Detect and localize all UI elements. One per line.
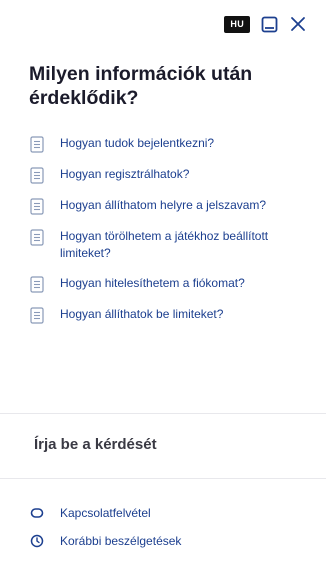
document-icon (30, 136, 44, 153)
faq-item-delete-limits[interactable]: Hogyan törölhetem a játékhoz beállított … (29, 228, 299, 262)
history-link[interactable]: Korábbi beszélgetések (29, 533, 181, 549)
history-link-label: Korábbi beszélgetések (60, 534, 182, 548)
faq-item-label: Hogyan hitelesíthetem a fiókomat? (60, 276, 245, 290)
document-icon (30, 198, 44, 215)
page-title: Milyen információk után érdeklődik? (29, 63, 253, 109)
question-input[interactable]: Írja be a kérdését (34, 436, 294, 453)
close-icon (291, 17, 305, 31)
chat-bubble-icon (29, 505, 45, 521)
clock-icon (29, 533, 45, 549)
language-badge[interactable]: HU (224, 15, 250, 33)
document-icon (30, 307, 44, 324)
footer-links: Kapcsolatfelvétel Korábbi beszélgetések (29, 505, 181, 561)
divider (0, 413, 326, 414)
minimize-icon (261, 16, 277, 32)
close-button[interactable] (288, 14, 308, 34)
top-toolbar: HU (224, 14, 308, 34)
faq-item-verify-account[interactable]: Hogyan hitelesíthetem a fiókomat? (29, 275, 299, 293)
faq-item-login[interactable]: Hogyan tudok bejelentkezni? (29, 135, 299, 153)
contact-link[interactable]: Kapcsolatfelvétel (29, 505, 181, 521)
minimize-button[interactable] (259, 14, 279, 34)
faq-item-register[interactable]: Hogyan regisztrálhatok? (29, 166, 299, 184)
divider (0, 478, 326, 479)
faq-item-reset-password[interactable]: Hogyan állíthatom helyre a jelszavam? (29, 197, 299, 215)
faq-item-label: Hogyan állíthatom helyre a jelszavam? (60, 198, 267, 212)
document-icon (30, 276, 44, 293)
document-icon (30, 229, 44, 246)
faq-list: Hogyan tudok bejelentkezni? Hogyan regis… (29, 135, 299, 337)
faq-item-set-limits[interactable]: Hogyan állíthatok be limiteket? (29, 306, 299, 324)
faq-item-label: Hogyan tudok bejelentkezni? (60, 136, 215, 150)
faq-item-label: Hogyan állíthatok be limiteket? (60, 307, 224, 321)
document-icon (30, 167, 44, 184)
faq-item-label: Hogyan regisztrálhatok? (60, 167, 190, 181)
contact-link-label: Kapcsolatfelvétel (60, 506, 151, 520)
faq-item-label: Hogyan törölhetem a játékhoz beállított … (60, 229, 269, 260)
